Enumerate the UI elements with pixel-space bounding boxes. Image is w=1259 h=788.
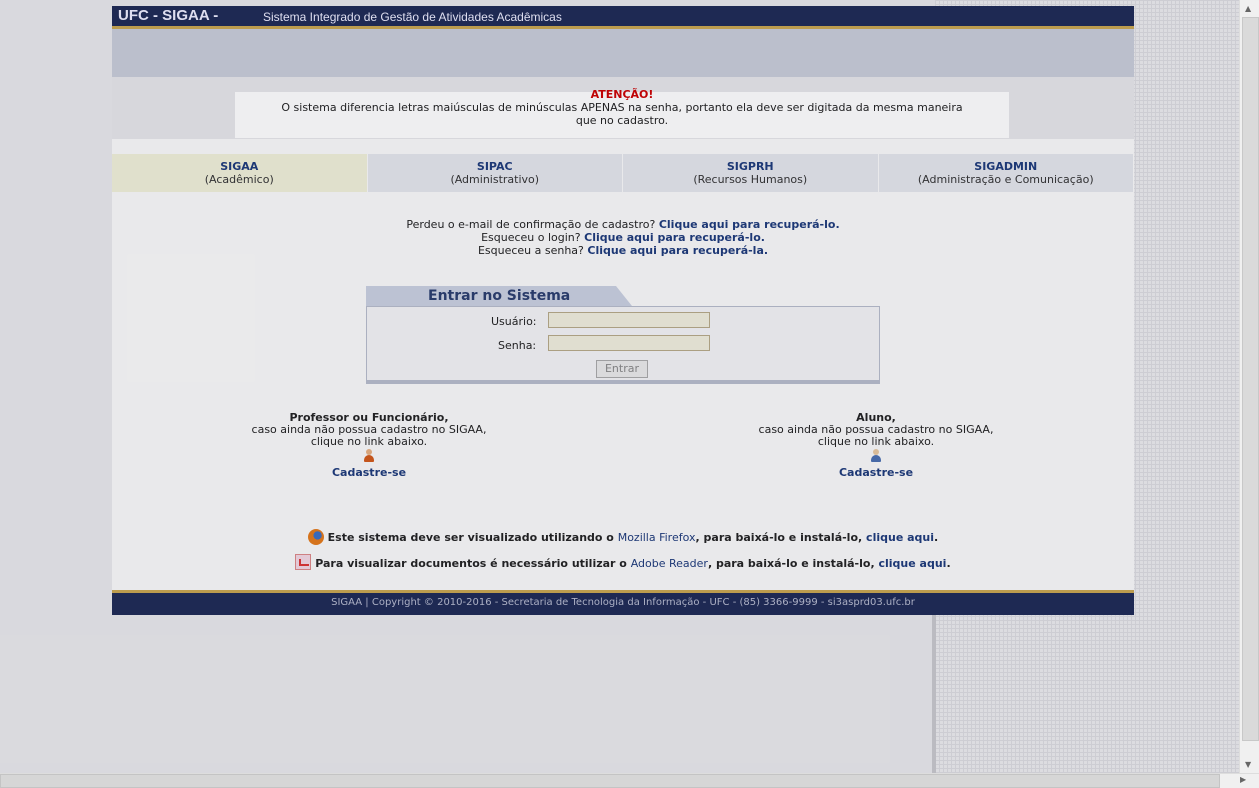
register-student-line2: clique no link abaixo. xyxy=(817,435,935,448)
horizontal-scrollbar[interactable]: ▶ xyxy=(0,773,1259,788)
firefox-notice-end: . xyxy=(934,531,939,544)
pdf-icon xyxy=(295,554,312,570)
student-person-icon xyxy=(870,449,882,462)
login-title-tab: Entrar no Sistema xyxy=(366,286,632,306)
system-desc: (Acadêmico) xyxy=(204,173,274,186)
warning-text-line2: que no cadastro. xyxy=(575,114,669,127)
scroll-right-arrow-icon[interactable]: ▶ xyxy=(1240,775,1246,784)
recover-login-line: Esqueceu o login? Clique aqui para recup… xyxy=(112,231,1134,244)
password-input[interactable] xyxy=(548,335,710,351)
reader-link[interactable]: Adobe Reader xyxy=(631,557,708,570)
system-name: SIGPRH xyxy=(726,160,774,173)
register-staff-link[interactable]: Cadastre-se xyxy=(332,466,406,479)
login-form-bottom-border xyxy=(366,380,880,383)
system-selector: SIGAA (Acadêmico) SIPAC (Administrativo)… xyxy=(112,154,1134,192)
firefox-notice: Este sistema deve ser visualizado utiliz… xyxy=(112,529,1134,545)
scroll-up-arrow-icon[interactable]: ▲ xyxy=(1245,4,1251,13)
firefox-download-link[interactable]: clique aqui xyxy=(866,531,934,544)
scroll-down-arrow-icon[interactable]: ▼ xyxy=(1245,760,1251,769)
vertical-scrollbar[interactable]: ▲ ▼ xyxy=(1239,0,1259,773)
system-desc: (Recursos Humanos) xyxy=(693,173,808,186)
recover-senha-text: Esqueceu a senha? xyxy=(477,244,584,257)
vertical-scroll-thumb[interactable] xyxy=(1242,17,1259,741)
system-tab-sipac[interactable]: SIPAC (Administrativo) xyxy=(367,154,623,192)
username-label: Usuário: xyxy=(491,315,537,328)
recover-email-line: Perdeu o e-mail de confirmação de cadast… xyxy=(112,218,1134,231)
password-label: Senha: xyxy=(498,339,537,352)
staff-person-icon xyxy=(363,449,375,462)
register-student-link[interactable]: Cadastre-se xyxy=(839,466,913,479)
reader-notice-mid: , para baixá-lo e instalá-lo, xyxy=(707,557,875,570)
register-student-block: Aluno, caso ainda não possua cadastro no… xyxy=(726,412,1026,479)
username-input[interactable] xyxy=(548,312,710,328)
recovery-links: Perdeu o e-mail de confirmação de cadast… xyxy=(112,218,1134,257)
recover-email-text: Perdeu o e-mail de confirmação de cadast… xyxy=(406,218,656,231)
background-shadow xyxy=(932,612,936,773)
login-title: Entrar no Sistema xyxy=(428,288,571,304)
sigaa-page: UFC - SIGAA - Sistema Integrado de Gestã… xyxy=(112,6,1134,615)
system-name: SIGADMIN xyxy=(974,160,1038,173)
recover-senha-line: Esqueceu a senha? Clique aqui para recup… xyxy=(112,244,1134,257)
top-header-bar: UFC - SIGAA - Sistema Integrado de Gestã… xyxy=(112,6,1134,29)
reader-notice: Para visualizar documentos é necessário … xyxy=(112,554,1134,570)
horizontal-scroll-thumb[interactable] xyxy=(0,774,1220,788)
reader-notice-text: Para visualizar documentos é necessário … xyxy=(315,557,627,570)
brand-title: UFC - SIGAA - xyxy=(118,7,219,24)
system-desc: (Administrativo) xyxy=(450,173,540,186)
register-staff-line2: clique no link abaixo. xyxy=(310,435,428,448)
system-name: SIPAC xyxy=(476,160,513,173)
firefox-notice-text: Este sistema deve ser visualizado utiliz… xyxy=(327,531,614,544)
recover-login-link[interactable]: Clique aqui para recuperá-lo. xyxy=(584,231,765,244)
warning-title: ATENÇÃO! xyxy=(590,88,654,101)
register-staff-block: Professor ou Funcionário, caso ainda não… xyxy=(219,412,519,479)
firefox-link[interactable]: Mozilla Firefox xyxy=(618,531,696,544)
reader-notice-end: . xyxy=(946,557,951,570)
system-name: SIGAA xyxy=(220,160,259,173)
recover-senha-link[interactable]: Clique aqui para recuperá-la. xyxy=(587,244,768,257)
recover-login-text: Esqueceu o login? xyxy=(481,231,581,244)
warning-box: ATENÇÃO! O sistema diferencia letras mai… xyxy=(235,88,1009,138)
login-submit-button[interactable]: Entrar xyxy=(596,360,648,378)
header-subtitle: Sistema Integrado de Gestão de Atividade… xyxy=(263,10,562,24)
system-tab-sigaa[interactable]: SIGAA (Acadêmico) xyxy=(112,154,368,192)
reader-download-link[interactable]: clique aqui xyxy=(878,557,946,570)
system-tab-sigadmin[interactable]: SIGADMIN (Administração e Comunicação) xyxy=(878,154,1134,192)
recover-email-link[interactable]: Clique aqui para recuperá-lo. xyxy=(659,218,840,231)
firefox-icon xyxy=(307,529,324,545)
header-banner xyxy=(112,29,1134,77)
footer-text: SIGAA | Copyright © 2010-2016 - Secretar… xyxy=(331,597,915,608)
footer-bar: SIGAA | Copyright © 2010-2016 - Secretar… xyxy=(112,590,1134,615)
system-tab-sigprh[interactable]: SIGPRH (Recursos Humanos) xyxy=(623,154,879,192)
warning-text-line1: O sistema diferencia letras maiúsculas d… xyxy=(281,101,963,114)
system-desc: (Administração e Comunicação) xyxy=(917,173,1094,186)
firefox-notice-mid: , para baixá-lo e instalá-lo, xyxy=(695,531,863,544)
